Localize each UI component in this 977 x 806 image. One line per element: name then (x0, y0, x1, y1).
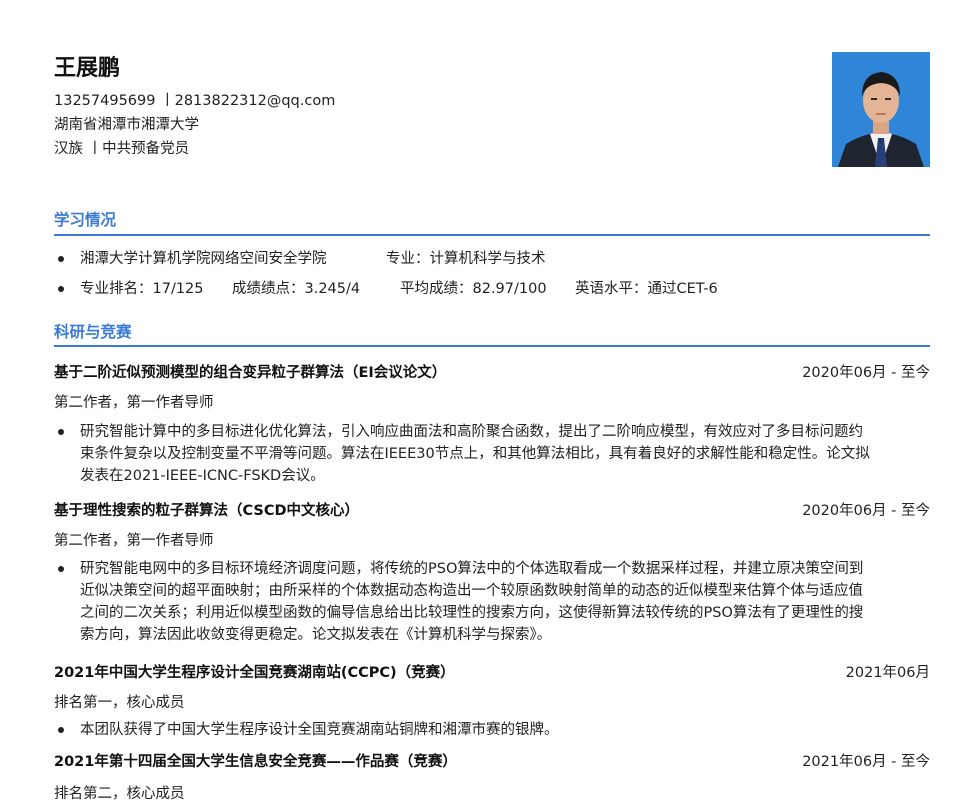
item-date: 2021年06月 (845, 665, 930, 681)
gpa: 成绩绩点：3.245/4 (232, 281, 361, 297)
candidate-name: 王展鹏 (54, 56, 121, 81)
average-score: 平均成绩：82.97/100 (400, 281, 547, 297)
contact-info: 13257495699 丨2813822312@qq.com (54, 93, 336, 109)
profile-photo (832, 52, 930, 167)
item-title: 2021年第十四届全国大学生信息安全竞赛——作品赛（竞赛） (54, 754, 457, 770)
description-line: 发表在2021-IEEE-ICNC-FSKD会议。 (80, 468, 325, 484)
rank: 专业排名：17/125 (80, 281, 204, 297)
english-level: 英语水平：通过CET-6 (575, 281, 718, 297)
school-name: 湘潭大学计算机学院网络空间安全学院 (80, 251, 327, 267)
description-line: 之间的二次关系；利用近似模型函数的偏导信息给出比较理性的搜索方向，这使得新算法较… (80, 605, 864, 621)
bullet-dot (58, 286, 64, 292)
item-date: 2020年06月 - 至今 (802, 365, 930, 381)
item-role: 排名第一，核心成员 (54, 695, 185, 711)
section-divider (54, 345, 930, 347)
item-title: 基于理性搜索的粒子群算法（CSCD中文核心） (54, 503, 360, 519)
bullet-dot (58, 727, 64, 733)
item-description: 研究智能电网中的多目标环境经济调度问题，将传统的PSO算法中的个体选取看成一个数… (54, 558, 930, 646)
item-date: 2020年06月 - 至今 (802, 503, 930, 519)
identity: 汉族 丨中共预备党员 (54, 141, 190, 157)
item-date: 2021年06月 - 至今 (802, 754, 930, 770)
item-description: 本团队获得了中国大学生程序设计全国竞赛湖南站铜牌和湘潭市赛的银牌。 (54, 719, 930, 741)
description-line: 本团队获得了中国大学生程序设计全国竞赛湖南站铜牌和湘潭市赛的银牌。 (80, 722, 559, 738)
description-line: 近似决策空间的超平面映射；由所采样的个体数据动态构造出一个较原函数映射简单的动态… (80, 583, 863, 599)
item-description: 研究智能计算中的多目标进化优化算法，引入响应曲面法和高阶聚合函数，提出了二阶响应… (54, 421, 930, 487)
item-role: 排名第二，核心成员 (54, 786, 185, 802)
address: 湖南省湘潭市湘潭大学 (54, 117, 199, 133)
bullet-dot (58, 256, 64, 262)
section-title-education: 学习情况 (54, 211, 117, 229)
item-role: 第二作者，第一作者导师 (54, 395, 214, 411)
bullet-dot (58, 429, 64, 435)
item-title: 2021年中国大学生程序设计全国竞赛湖南站(CCPC)（竞赛） (54, 665, 455, 681)
description-line: 束条件复杂以及控制变量不平滑等问题。算法在IEEE30节点上，和其他算法相比，具… (80, 446, 870, 462)
bullet-dot (58, 566, 64, 572)
description-line: 索方向，算法因此收敛变得更稳定。论文拟发表在《计算机科学与探索》。 (80, 627, 552, 643)
major: 专业：计算机科学与技术 (386, 251, 546, 267)
section-title-research: 科研与竞赛 (54, 323, 132, 341)
section-divider (54, 234, 930, 236)
item-role: 第二作者，第一作者导师 (54, 533, 214, 549)
description-line: 研究智能电网中的多目标环境经济调度问题，将传统的PSO算法中的个体选取看成一个数… (80, 561, 864, 577)
education-row-school: 湘潭大学计算机学院网络空间安全学院 专业：计算机科学与技术 (54, 248, 930, 270)
item-title: 基于二阶近似预测模型的组合变异粒子群算法（EI会议论文） (54, 365, 447, 381)
education-row-scores: 专业排名：17/125 成绩绩点：3.245/4 平均成绩：82.97/100 … (54, 278, 930, 300)
portrait-image (832, 52, 930, 167)
description-line: 研究智能计算中的多目标进化优化算法，引入响应曲面法和高阶聚合函数，提出了二阶响应… (80, 424, 863, 440)
